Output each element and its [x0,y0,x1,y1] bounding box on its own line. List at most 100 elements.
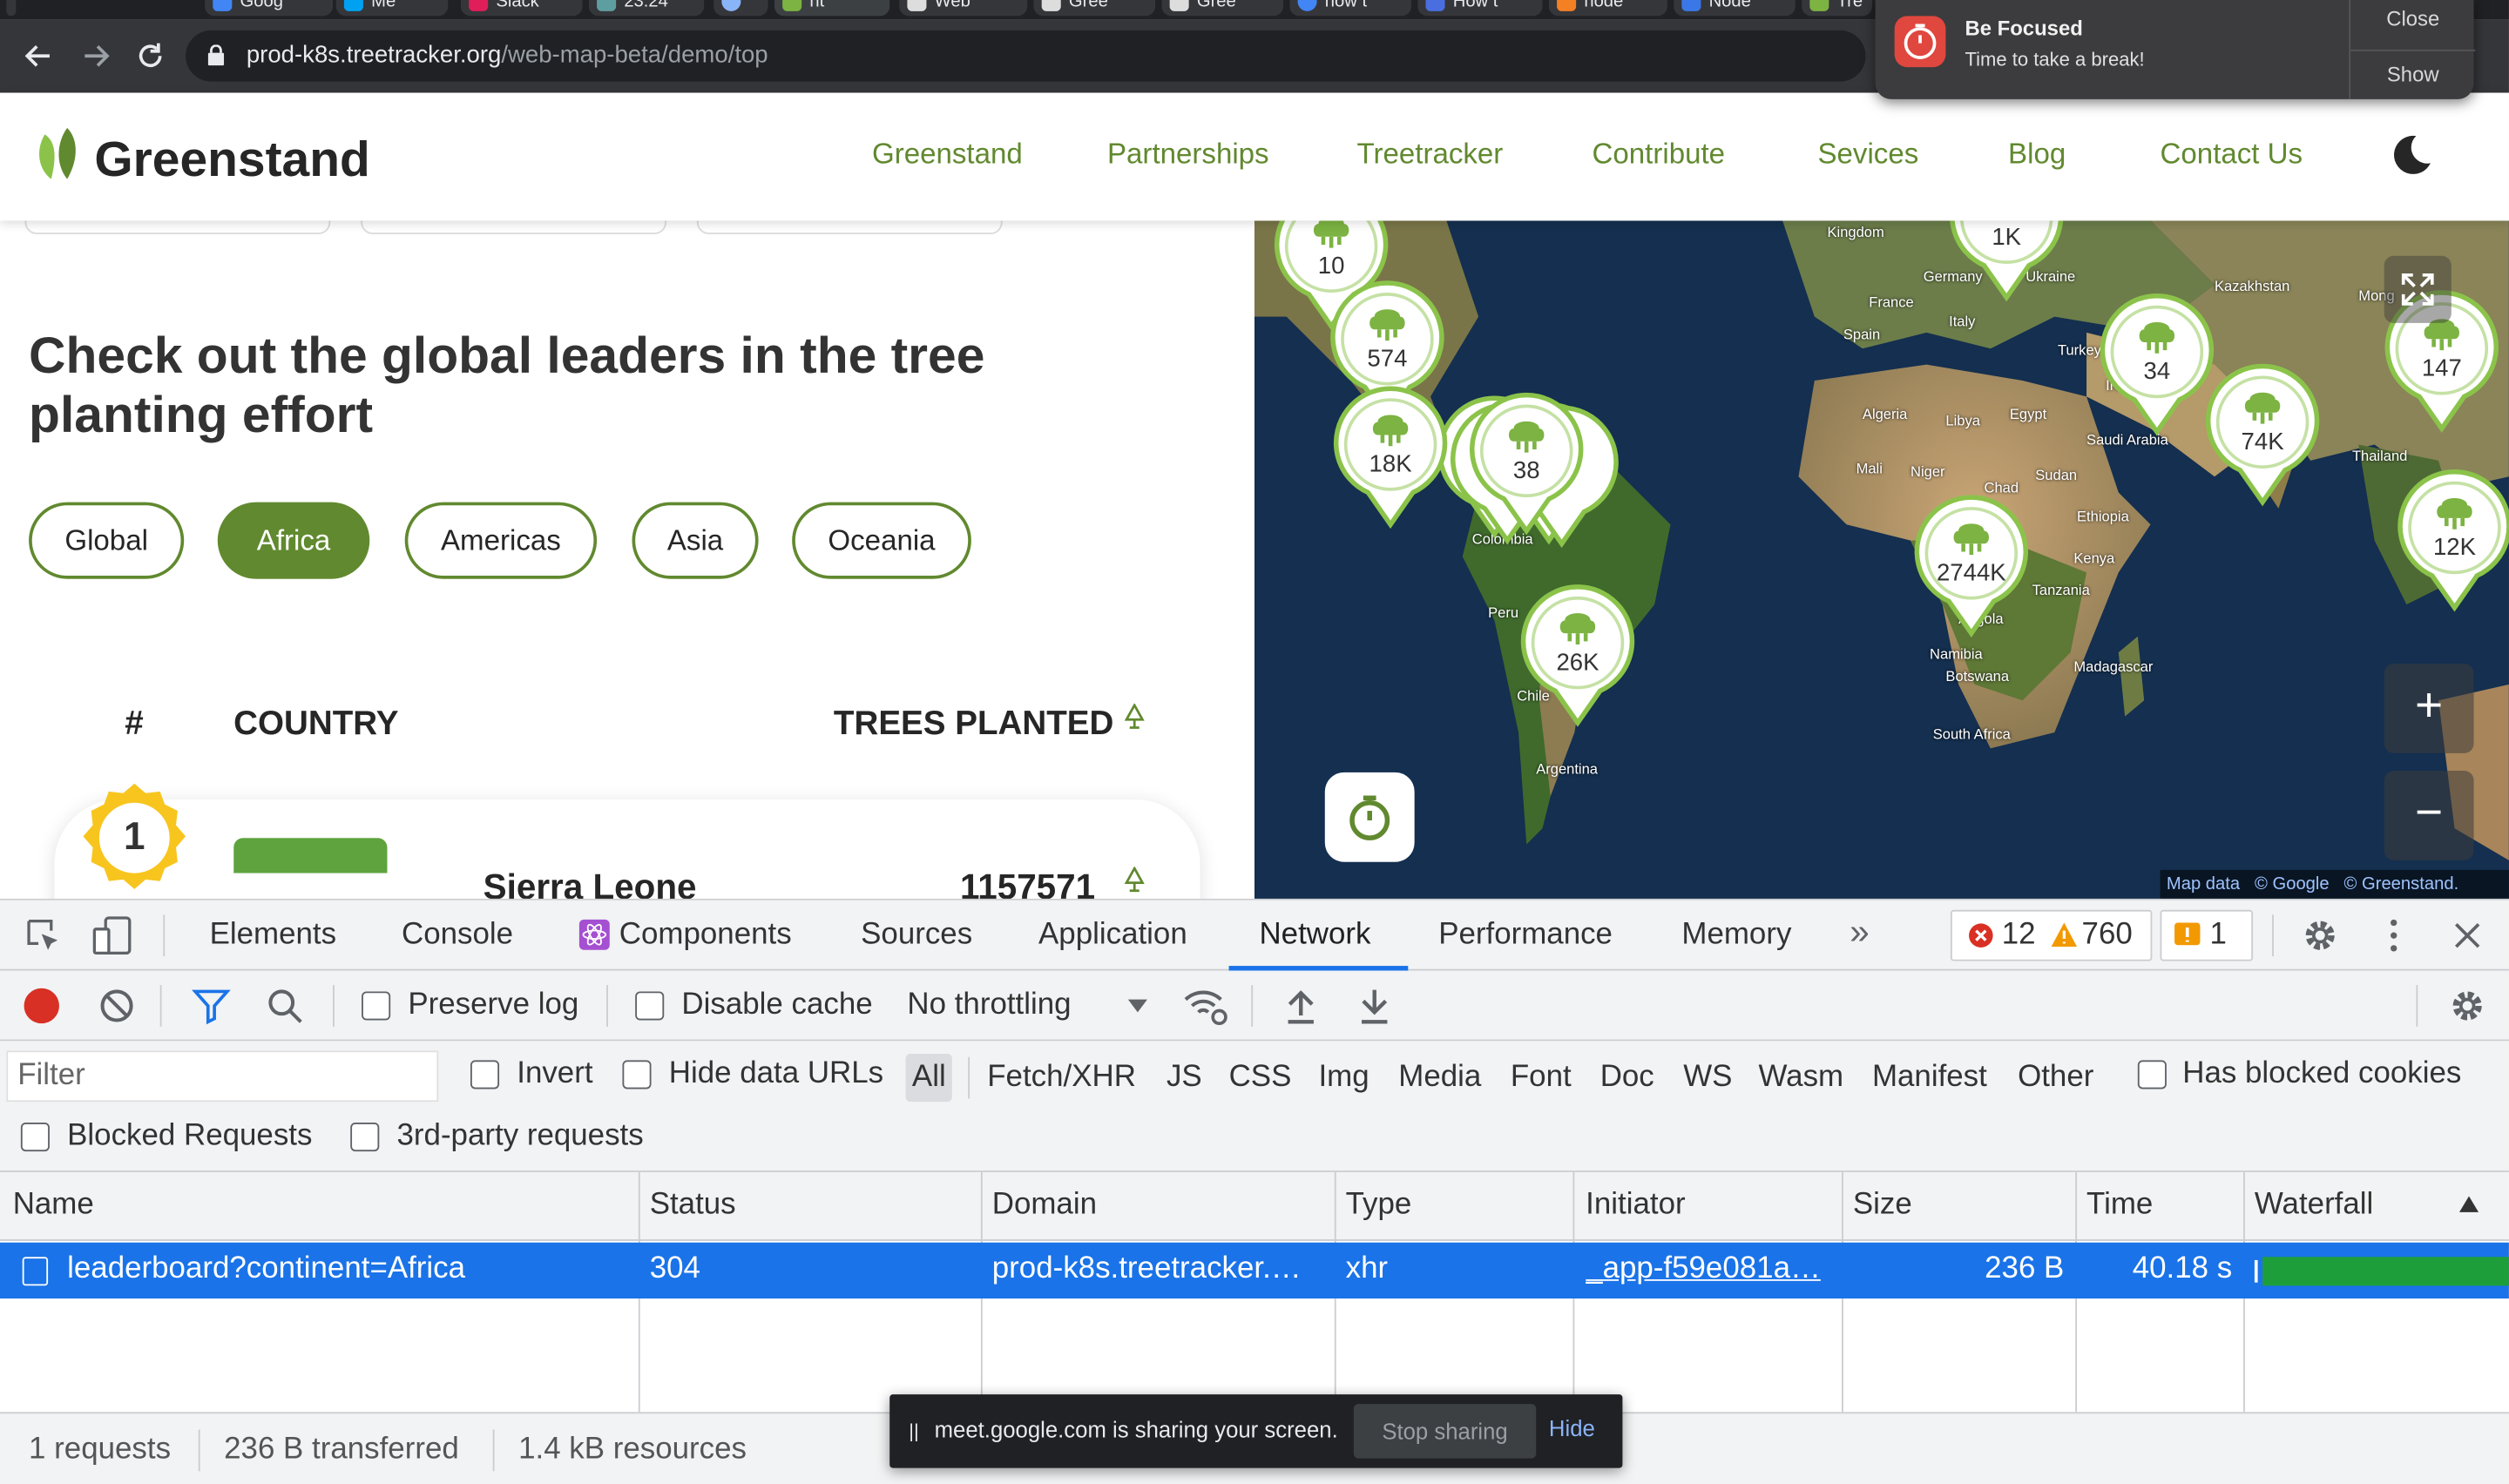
request-initiator-link[interactable]: _app-f59e081a… [1586,1252,1832,1287]
nav-blog[interactable]: Blog [2008,138,2066,172]
request-name[interactable]: leaderboard?continent=Africa [67,1252,627,1287]
tab-elements[interactable]: Elements [210,918,336,953]
column-size[interactable]: Size [1853,1188,1912,1223]
cluster-marker[interactable]: 26K [1517,582,1639,729]
forward-button[interactable] [78,38,113,73]
record-icon[interactable] [23,987,61,1025]
browser-tab[interactable]: How t [1417,0,1543,17]
column-initiator[interactable]: Initiator [1586,1188,1685,1223]
column-domain[interactable]: Domain [992,1188,1097,1223]
table-row-selected[interactable]: leaderboard?continent=Africa 304 prod-k8… [0,1242,2509,1298]
clear-log-icon[interactable] [98,987,136,1025]
zoom-out-button[interactable]: − [2384,771,2474,860]
network-settings-gear-icon[interactable] [2448,987,2486,1025]
browser-tab[interactable] [713,0,768,17]
fullscreen-button[interactable] [2384,255,2452,323]
world-map[interactable]: Kingdom Germany Ukraine France Italy Kaz… [1254,220,2509,899]
console-counts[interactable]: 12 760 [1950,909,2153,961]
window-controls[interactable] [6,0,17,17]
export-har-download-icon[interactable] [1357,987,1392,1025]
reload-button[interactable] [132,38,167,73]
browser-tab-active[interactable]: nt [774,0,890,17]
browser-tab[interactable]: Gree [1161,0,1284,17]
nav-partnerships[interactable]: Partnerships [1107,138,1269,172]
type-filter-all[interactable]: All [905,1054,953,1103]
tab-performance[interactable]: Performance [1438,918,1613,953]
back-button[interactable] [21,38,56,73]
browser-tab[interactable]: Slack [460,0,583,17]
browser-tab[interactable]: 23:24 [588,0,705,17]
browser-tab[interactable]: Node [1674,0,1796,17]
continent-chip-global[interactable]: Global [29,502,185,579]
nav-contact-us[interactable]: Contact Us [2161,138,2303,172]
type-filter-manifest[interactable]: Manifest [1866,1054,1994,1102]
tab-console[interactable]: Console [402,918,513,953]
drag-handle-icon[interactable]: || [909,1420,918,1443]
address-bar[interactable]: prod-k8s.treetracker.org/web-map-beta/de… [186,30,1866,82]
cluster-marker[interactable]: 2744K [1910,493,2032,640]
continent-chip-oceania[interactable]: Oceania [792,502,971,579]
type-filter-ws[interactable]: WS [1677,1054,1739,1102]
has-blocked-cookies-checkbox[interactable] [2137,1060,2167,1089]
column-name[interactable]: Name [13,1188,94,1223]
tab-network[interactable]: Network [1259,918,1370,953]
chevron-down-icon[interactable] [1126,998,1149,1014]
type-filter-font[interactable]: Font [1504,1054,1578,1102]
disable-cache-checkbox[interactable] [635,991,665,1021]
column-type[interactable]: Type [1346,1188,1412,1223]
type-filter-js[interactable]: JS [1160,1054,1208,1102]
more-options-kebab-icon[interactable] [2377,916,2410,954]
waterfall-bar[interactable] [2262,1257,2509,1286]
inspect-element-icon[interactable] [24,916,63,954]
cluster-marker[interactable]: 74K [2201,361,2323,509]
more-tabs-chevron-icon[interactable]: » [1850,912,1869,954]
browser-tab[interactable]: how t [1289,0,1411,17]
tab-sources[interactable]: Sources [861,918,972,953]
search-icon[interactable] [266,987,304,1025]
continent-chip-americas[interactable]: Americas [404,502,598,579]
settings-gear-icon[interactable] [2301,916,2339,954]
brand-logo[interactable]: Greenstand [94,132,369,189]
timeline-button[interactable] [1324,772,1415,862]
browser-tab[interactable]: Web [899,0,1028,17]
type-filter-media[interactable]: Media [1392,1054,1488,1102]
stop-sharing-button[interactable]: Stop sharing [1353,1404,1537,1459]
notification-show-button[interactable]: Show [2350,49,2476,99]
nav-contribute[interactable]: Contribute [1593,138,1726,172]
google-credit[interactable]: © Google [2255,874,2330,894]
preserve-log-checkbox[interactable] [362,991,391,1021]
map-data-credit[interactable]: Map data [2167,874,2240,894]
issues-counter[interactable]: 1 [2160,909,2254,961]
cluster-marker[interactable]: 18K [1329,384,1451,531]
hide-data-urls-checkbox[interactable] [622,1060,652,1089]
nav-services[interactable]: Sevices [1817,138,1918,172]
type-filter-other[interactable]: Other [2012,1054,2100,1102]
browser-tab[interactable]: Tre [1802,0,1872,17]
invert-checkbox[interactable] [470,1060,500,1089]
cluster-marker[interactable]: 1K [1945,220,2067,303]
browser-tab[interactable]: Me [335,0,449,17]
throttling-select[interactable]: No throttling [907,988,1071,1023]
tab-components[interactable]: Components [619,918,792,953]
greenstand-credit[interactable]: © Greenstand. [2344,874,2459,894]
type-filter-css[interactable]: CSS [1222,1054,1297,1102]
type-filter-wasm[interactable]: Wasm [1752,1054,1850,1102]
third-party-requests-checkbox[interactable] [350,1123,380,1152]
nav-greenstand[interactable]: Greenstand [872,138,1023,172]
cluster-marker[interactable]: 34 [2096,291,2218,438]
filter-input[interactable] [8,1052,437,1101]
tab-memory[interactable]: Memory [1681,918,1791,953]
sort-ascending-icon[interactable] [2458,1195,2480,1214]
type-filter-fetch-xhr[interactable]: Fetch/XHR [981,1054,1142,1102]
import-har-upload-icon[interactable] [1283,987,1318,1025]
filter-funnel-icon[interactable] [192,987,231,1025]
continent-chip-asia[interactable]: Asia [632,502,759,579]
type-filter-doc[interactable]: Doc [1593,1054,1660,1102]
nav-treetracker[interactable]: Treetracker [1357,138,1504,172]
column-time[interactable]: Time [2086,1188,2153,1223]
close-devtools-icon[interactable] [2452,920,2484,952]
browser-tab[interactable]: node [1548,0,1667,17]
zoom-in-button[interactable]: + [2384,664,2474,753]
notification-close-button[interactable]: Close [2350,0,2475,50]
browser-tab[interactable]: Goog [205,0,334,17]
